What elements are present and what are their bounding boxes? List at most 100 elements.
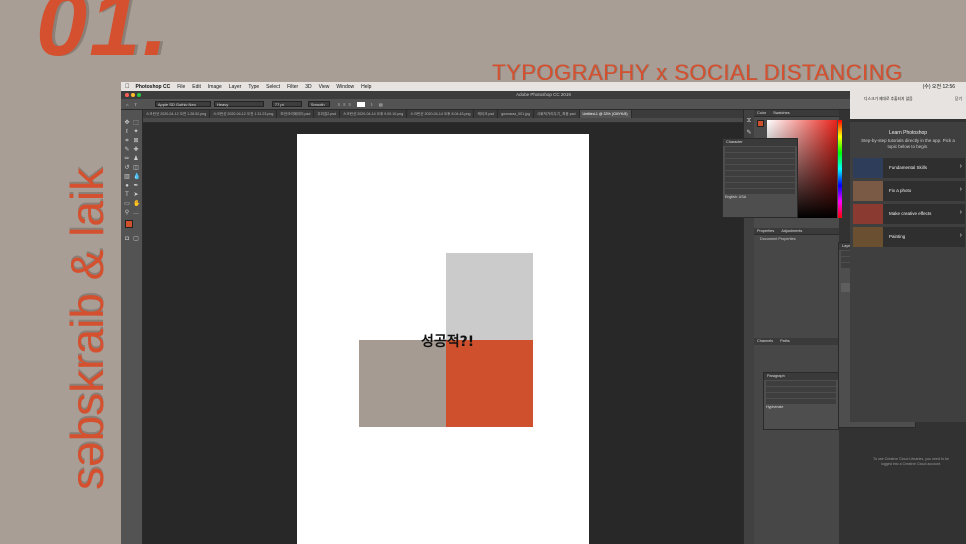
character-header: Character bbox=[723, 139, 797, 146]
style-buttons[interactable] bbox=[725, 183, 795, 188]
more-tools-icon[interactable]: … bbox=[133, 210, 139, 216]
channels-tab[interactable]: Channels bbox=[757, 339, 773, 343]
crop-tool-icon[interactable]: ⌗ bbox=[124, 138, 130, 144]
menu-3d[interactable]: 3D bbox=[305, 84, 311, 90]
font-size-field[interactable] bbox=[725, 153, 795, 158]
menu-file[interactable]: File bbox=[177, 84, 185, 90]
learn-item[interactable]: Painting › bbox=[853, 227, 965, 247]
doc-tab[interactable]: 모션크리에이터.psd bbox=[277, 110, 315, 118]
close-icon[interactable] bbox=[125, 93, 129, 97]
type-tool-icon[interactable]: T bbox=[134, 102, 136, 107]
menu-edit[interactable]: Edit bbox=[192, 84, 201, 90]
document-canvas[interactable]: 성공적?! bbox=[297, 134, 589, 544]
doc-tab[interactable]: 케이크.psd bbox=[474, 110, 499, 118]
dodge-tool-icon[interactable]: ● bbox=[124, 183, 130, 189]
language-select[interactable]: English: USA bbox=[725, 195, 795, 199]
gradient-tool-icon[interactable]: ▥ bbox=[124, 174, 130, 180]
stamp-tool-icon[interactable]: ♟ bbox=[133, 156, 139, 162]
learn-item[interactable]: Make creative effects › bbox=[853, 204, 965, 224]
eraser-tool-icon[interactable]: ◫ bbox=[133, 165, 139, 171]
healing-brush-icon[interactable]: ✚ bbox=[133, 147, 139, 153]
notification-close-button[interactable]: 닫기 bbox=[955, 97, 962, 102]
text-color-swatch[interactable] bbox=[356, 101, 365, 107]
font-size-select[interactable]: 77 pt bbox=[271, 101, 302, 107]
minimize-icon[interactable] bbox=[131, 93, 135, 97]
foreground-color-swatch[interactable] bbox=[125, 220, 133, 228]
doc-tab[interactable]: 우리집2.psd bbox=[314, 110, 341, 118]
lasso-tool-icon[interactable]: ℓ bbox=[124, 129, 130, 135]
align-left-icon[interactable]: ≡ bbox=[338, 102, 340, 107]
brush-settings-icon[interactable]: ✎ bbox=[746, 130, 752, 136]
kerning-field[interactable] bbox=[725, 159, 795, 164]
magic-wand-icon[interactable]: ✦ bbox=[133, 129, 139, 135]
adjustments-tab[interactable]: Adjustments bbox=[781, 229, 802, 233]
hue-slider[interactable] bbox=[838, 120, 842, 218]
font-family-select[interactable]: Apple SD Gothic Neo bbox=[154, 101, 211, 107]
hand-tool-icon[interactable]: ✋ bbox=[133, 201, 140, 207]
zoom-tool-icon[interactable]: ⚲ bbox=[124, 210, 130, 216]
opentype-buttons[interactable] bbox=[725, 189, 795, 194]
color-fg-swatch[interactable] bbox=[757, 120, 764, 127]
menu-filter[interactable]: Filter bbox=[287, 84, 298, 90]
shape-tool-icon[interactable]: ▭ bbox=[124, 201, 130, 207]
warp-text-icon[interactable]: ⌇ bbox=[371, 102, 373, 107]
color-tab[interactable]: Color bbox=[757, 111, 766, 115]
history-icon[interactable]: ⧖ bbox=[746, 118, 752, 124]
menu-select[interactable]: Select bbox=[266, 84, 280, 90]
menu-view[interactable]: View bbox=[319, 84, 330, 90]
learn-item[interactable]: Fix a photo › bbox=[853, 181, 965, 201]
doc-tab[interactable]: 스크린샷 2020-04-12 오전 1.31.23.png bbox=[210, 110, 278, 118]
tracking-field[interactable] bbox=[725, 165, 795, 170]
notification: 디스크가 제대로 추출되지 않음 닫기 bbox=[850, 91, 966, 119]
panels-toggle-icon[interactable]: ▤ bbox=[379, 102, 383, 107]
menu-app[interactable]: Photoshop CC bbox=[136, 84, 171, 90]
maximize-icon[interactable] bbox=[137, 93, 141, 97]
learn-subtitle: Step-by-step tutorials directly in the a… bbox=[861, 138, 955, 149]
align-center-icon[interactable]: ≡ bbox=[343, 102, 345, 107]
space-before-after[interactable] bbox=[766, 399, 836, 404]
menu-help[interactable]: Help bbox=[361, 84, 371, 90]
indent-fields[interactable] bbox=[766, 387, 836, 392]
properties-tab[interactable]: Properties bbox=[757, 229, 774, 233]
pen-tool-icon[interactable]: ✒ bbox=[133, 183, 139, 189]
screen-mode-icon[interactable]: ▢ bbox=[133, 236, 139, 242]
marquee-tool-icon[interactable]: ⬚ bbox=[133, 120, 139, 126]
document-properties-label: Document Properties bbox=[760, 237, 796, 241]
apple-icon[interactable]:  bbox=[125, 84, 130, 90]
font-style-select[interactable]: Heavy bbox=[213, 101, 264, 107]
history-brush-icon[interactable]: ↺ bbox=[124, 165, 130, 171]
doc-tab-active[interactable]: Untitled-1 @ 33% (CMYK/8) bbox=[579, 110, 632, 118]
menu-window[interactable]: Window bbox=[336, 84, 354, 90]
font-family-field[interactable] bbox=[725, 147, 795, 152]
doc-tab[interactable]: 스크린샷 2020-04-14 오후 9.00.10.png bbox=[340, 110, 408, 118]
menu-layer[interactable]: Layer bbox=[229, 84, 242, 90]
path-select-icon[interactable]: ➤ bbox=[133, 192, 139, 198]
scale-field[interactable] bbox=[725, 171, 795, 176]
type-tool-icon[interactable]: T bbox=[124, 192, 130, 198]
doc-tab[interactable]: 사회적거리두기_최종.psd bbox=[534, 110, 580, 118]
align-right-icon[interactable]: ≡ bbox=[349, 102, 351, 107]
move-tool-icon[interactable]: ✥ bbox=[124, 120, 130, 126]
quick-mask-icon[interactable]: ◘ bbox=[124, 236, 130, 242]
spacing-fields[interactable] bbox=[766, 393, 836, 398]
swatches-tab[interactable]: Swatches bbox=[773, 111, 789, 115]
menu-type[interactable]: Type bbox=[248, 84, 259, 90]
frame-tool-icon[interactable]: ⊠ bbox=[133, 138, 139, 144]
vertical-caption: səbskraib & laik bbox=[61, 167, 113, 490]
hyphenate-checkbox[interactable]: Hyphenate bbox=[766, 405, 836, 409]
antialias-select[interactable]: Smooth bbox=[307, 101, 330, 107]
learn-item[interactable]: Fundamental Skills › bbox=[853, 158, 965, 178]
paths-tab[interactable]: Paths bbox=[780, 339, 790, 343]
paragraph-align-buttons[interactable] bbox=[766, 381, 836, 386]
doc-tab[interactable]: goonaraz_001.jpg bbox=[498, 110, 534, 118]
chevron-right-icon: › bbox=[959, 163, 962, 170]
brush-tool-icon[interactable]: ✏ bbox=[124, 156, 130, 162]
doc-tab[interactable]: 스크린샷 2020-04-12 오전 1.28.52.png bbox=[143, 110, 211, 118]
doc-tab[interactable]: 스크린샷 2020-04-14 오후 8.04.43.png bbox=[407, 110, 475, 118]
menu-image[interactable]: Image bbox=[208, 84, 222, 90]
home-icon[interactable]: ⌂ bbox=[126, 102, 128, 107]
canvas-area[interactable]: 성공적?! bbox=[143, 123, 743, 544]
baseline-field[interactable] bbox=[725, 177, 795, 182]
eyedropper-icon[interactable]: ✎ bbox=[124, 147, 130, 153]
blur-tool-icon[interactable]: 💧 bbox=[133, 174, 140, 180]
